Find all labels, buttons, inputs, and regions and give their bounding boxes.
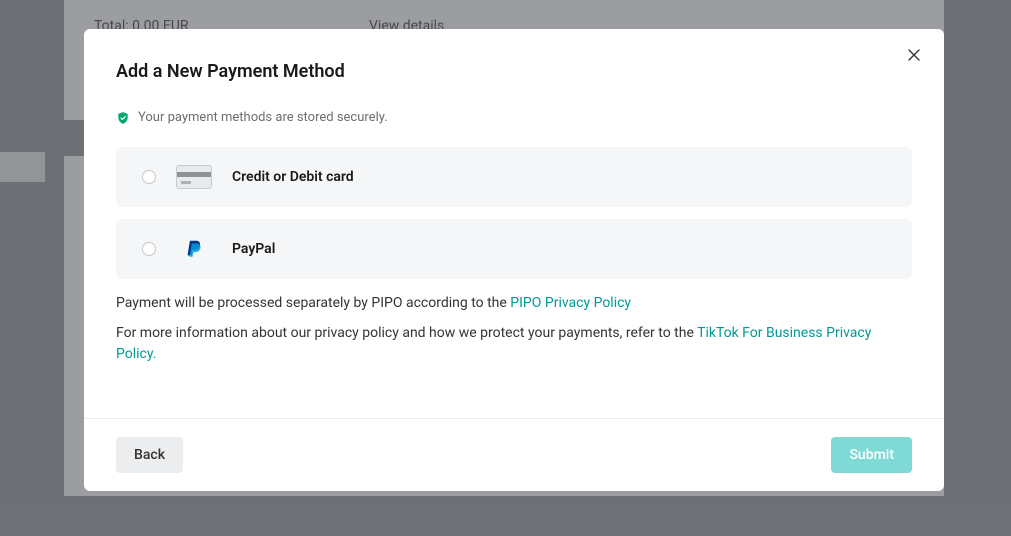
shield-check-icon: [116, 111, 130, 125]
back-button[interactable]: Back: [116, 437, 183, 473]
modal-body: Add a New Payment Method Your payment me…: [84, 29, 944, 418]
close-icon: [908, 49, 920, 61]
add-payment-method-modal: Add a New Payment Method Your payment me…: [84, 29, 944, 491]
close-button[interactable]: [904, 45, 924, 65]
option-label-card: Credit or Debit card: [232, 169, 354, 185]
modal-title: Add a New Payment Method: [116, 61, 912, 82]
radio-paypal[interactable]: [142, 242, 156, 256]
option-label-paypal: PayPal: [232, 241, 275, 257]
paypal-icon: [176, 237, 212, 261]
radio-card[interactable]: [142, 170, 156, 184]
tiktok-privacy-text: For more information about our privacy p…: [116, 323, 912, 366]
payment-option-paypal[interactable]: PayPal: [116, 219, 912, 279]
submit-button[interactable]: Submit: [831, 437, 912, 473]
payment-option-card[interactable]: Credit or Debit card: [116, 147, 912, 207]
credit-card-icon: [176, 165, 212, 189]
modal-footer: Back Submit: [84, 418, 944, 491]
pipo-privacy-text: Payment will be processed separately by …: [116, 293, 912, 315]
secure-storage-text: Your payment methods are stored securely…: [138, 110, 388, 125]
pipo-privacy-link[interactable]: PIPO Privacy Policy: [510, 295, 631, 311]
secure-storage-notice: Your payment methods are stored securely…: [116, 110, 912, 125]
